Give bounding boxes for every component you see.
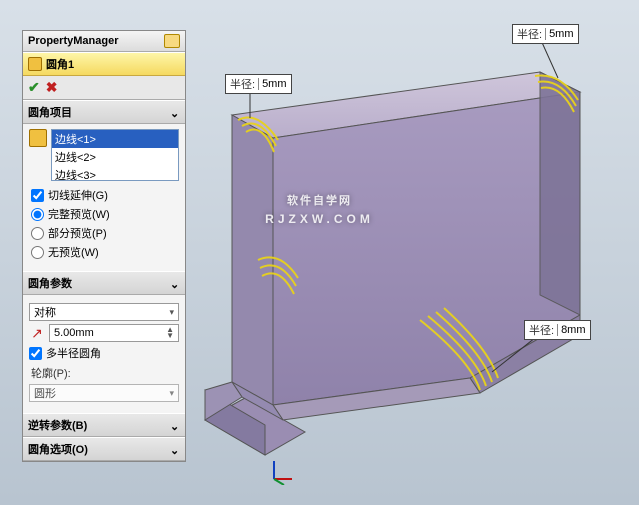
fillet-icon	[28, 57, 42, 71]
checkbox-input[interactable]	[31, 189, 44, 202]
edge-selection-list[interactable]: 边线<1> 边线<2> 边线<3>	[51, 129, 179, 181]
callout-label: 半径:	[529, 322, 554, 338]
option-label: 多半径圆角	[46, 345, 101, 361]
chevron-down-icon: ▾	[169, 307, 174, 318]
section-header[interactable]: 圆角参数 ⌄	[23, 272, 185, 295]
multi-radius-checkbox[interactable]: 多半径圆角	[29, 345, 179, 361]
section-title: 圆角选项(O)	[28, 441, 88, 457]
cancel-button[interactable]: ✖	[46, 79, 58, 96]
section-title: 逆转参数(B)	[28, 417, 87, 433]
profile-label: 轮廓(P):	[31, 365, 179, 381]
no-preview-radio[interactable]: 无预览(W)	[31, 244, 179, 260]
chevron-down-icon: ⌄	[170, 278, 180, 288]
radio-input[interactable]	[31, 246, 44, 259]
radius-callout-1[interactable]: 半径: 5mm	[225, 74, 292, 94]
pm-titlebar: PropertyManager	[23, 31, 185, 52]
spinner-buttons[interactable]: ▲▼	[166, 327, 174, 339]
ok-button[interactable]: ✔	[28, 79, 40, 96]
symmetry-combo[interactable]: 对称 ▾	[29, 303, 179, 321]
option-label: 部分预览(P)	[48, 225, 107, 241]
combo-value: 对称	[34, 304, 56, 320]
confirm-bar: ✔ ✖	[23, 76, 185, 100]
section-header[interactable]: 圆角项目 ⌄	[23, 101, 185, 124]
combo-value: 圆形	[34, 385, 56, 401]
callout-label: 半径:	[230, 76, 255, 92]
radio-input[interactable]	[31, 227, 44, 240]
list-item[interactable]: 边线<2>	[52, 148, 178, 166]
feature-name: 圆角1	[46, 56, 74, 72]
option-label: 完整预览(W)	[48, 206, 110, 222]
radius-callout-2[interactable]: 半径: 5mm	[512, 24, 579, 44]
property-manager-panel: PropertyManager 圆角1 ✔ ✖ 圆角项目 ⌄ 边线<1> 边线<…	[22, 30, 186, 462]
section-title: 圆角项目	[28, 104, 72, 120]
option-label: 无预览(W)	[48, 244, 99, 260]
radio-input[interactable]	[31, 208, 44, 221]
feature-header: 圆角1	[23, 52, 185, 76]
callout-value[interactable]: 8mm	[557, 324, 585, 336]
section-reverse-params: 逆转参数(B) ⌄	[23, 413, 185, 437]
callout-value[interactable]: 5mm	[545, 28, 573, 40]
full-preview-radio[interactable]: 完整预览(W)	[31, 206, 179, 222]
chevron-down-icon: ▾	[169, 388, 174, 399]
section-header[interactable]: 圆角选项(O) ⌄	[23, 438, 185, 461]
pm-title-text: PropertyManager	[28, 35, 118, 47]
tangent-propagation-checkbox[interactable]: 切线延伸(G)	[31, 187, 179, 203]
partial-preview-radio[interactable]: 部分预览(P)	[31, 225, 179, 241]
radius-value[interactable]: 5.00mm	[54, 327, 94, 339]
option-label: 切线延伸(G)	[48, 187, 108, 203]
edge-selection-icon[interactable]	[29, 129, 47, 147]
section-title: 圆角参数	[28, 275, 72, 291]
section-fillet-items: 圆角项目 ⌄ 边线<1> 边线<2> 边线<3> 切线延伸(G) 完整预览	[23, 100, 185, 271]
section-fillet-options: 圆角选项(O) ⌄	[23, 437, 185, 461]
chevron-down-icon: ⌄	[170, 107, 180, 117]
callout-label: 半径:	[517, 26, 542, 42]
radius-spinner[interactable]: 5.00mm ▲▼	[49, 324, 179, 342]
chevron-down-icon: ⌄	[170, 420, 180, 430]
callout-value[interactable]: 5mm	[258, 78, 286, 90]
section-header[interactable]: 逆转参数(B) ⌄	[23, 414, 185, 437]
profile-combo[interactable]: 圆形 ▾	[29, 384, 179, 402]
radius-icon: ↗	[29, 325, 45, 342]
section-fillet-params: 圆角参数 ⌄ 对称 ▾ ↗ 5.00mm ▲▼ 多半径圆角 轮廓(P)	[23, 271, 185, 413]
radius-callout-3[interactable]: 半径: 8mm	[524, 320, 591, 340]
origin-triad-icon	[268, 457, 296, 485]
checkbox-input[interactable]	[29, 347, 42, 360]
list-item[interactable]: 边线<3>	[52, 166, 178, 181]
pin-icon[interactable]	[164, 34, 180, 48]
list-item[interactable]: 边线<1>	[52, 130, 178, 148]
chevron-down-icon: ⌄	[170, 444, 180, 454]
